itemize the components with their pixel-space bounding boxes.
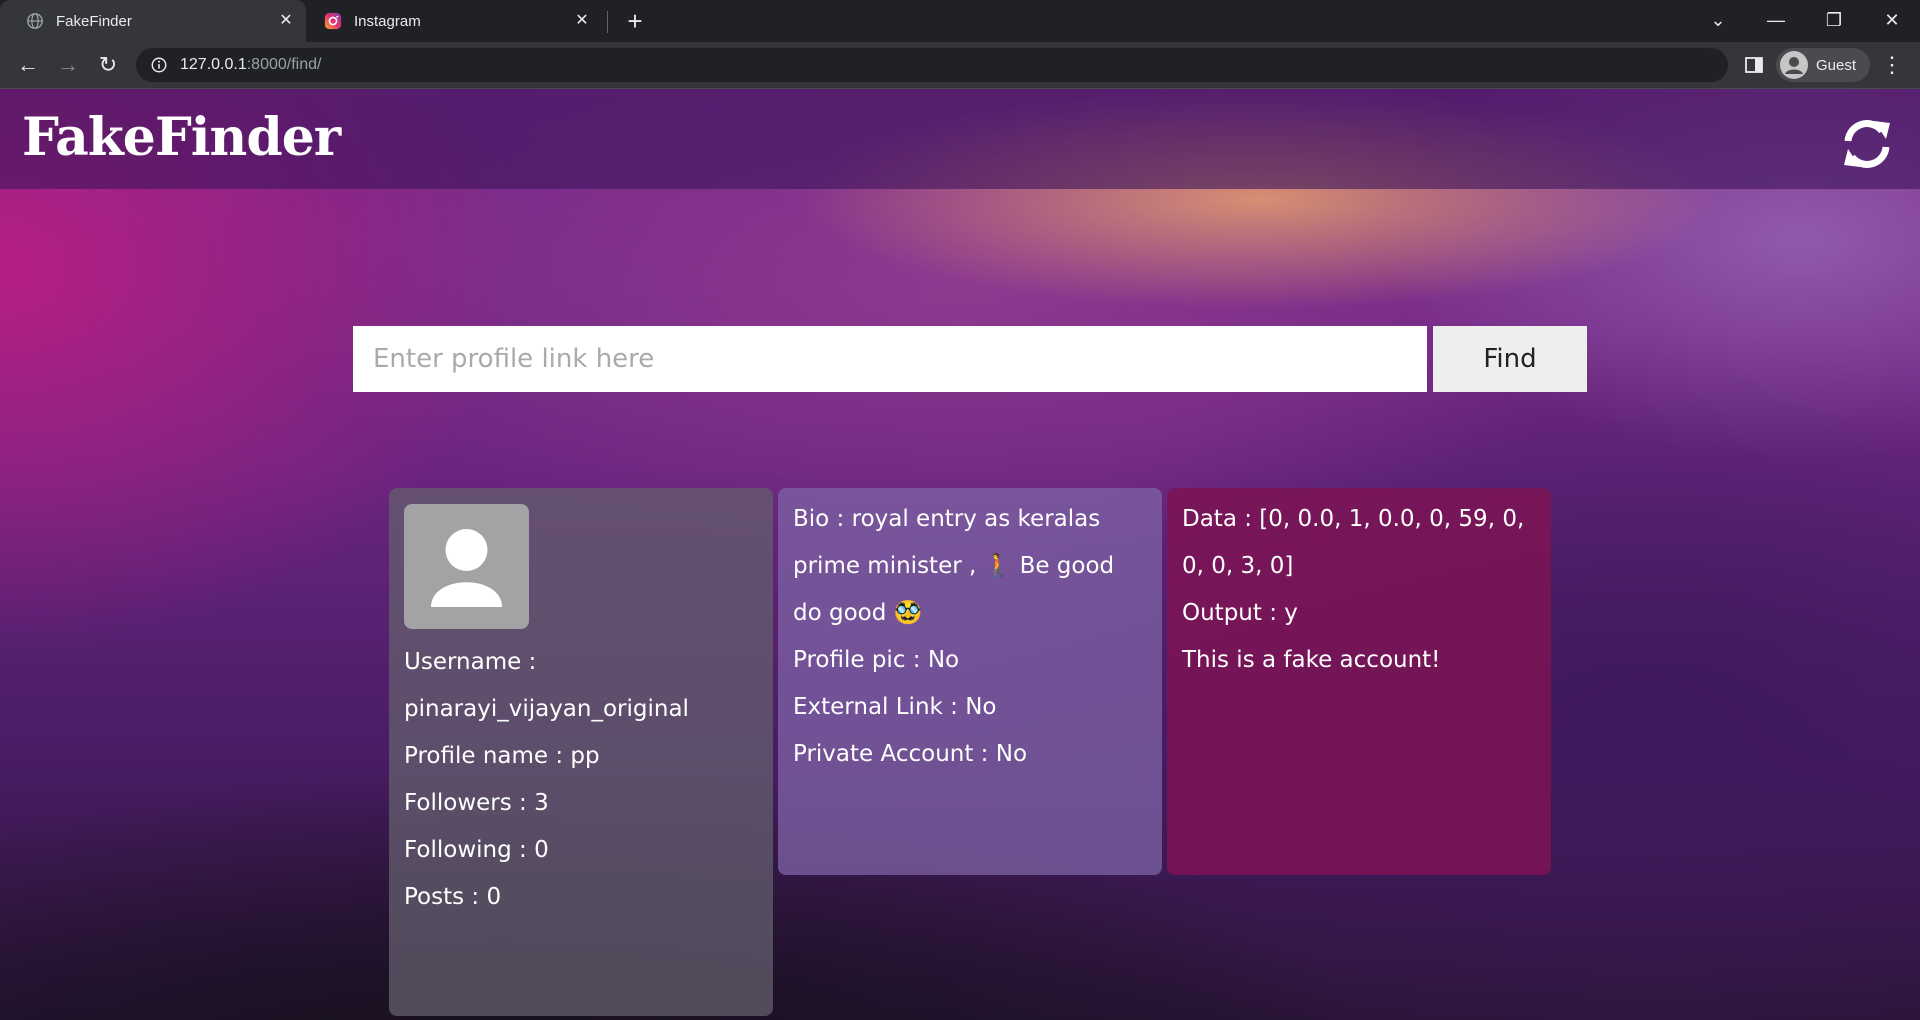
following-count: Following : 0 (404, 837, 549, 863)
user-avatar-icon (404, 504, 529, 629)
tab-search-icon[interactable]: ⌄ (1698, 6, 1738, 34)
bio-text: Bio : royal entry as keralas prime minis… (793, 506, 1115, 626)
reload-button[interactable]: ↻ (92, 50, 124, 80)
url-host: 127.0.0.1 (180, 56, 247, 73)
browser-tabstrip: FakeFinder ✕ Instagram ✕ + ⌄ — ❐ ✕ (0, 0, 1920, 42)
profile-link-input[interactable] (353, 326, 1427, 392)
page-content: FakeFinder Find Username : pinarayi_vija… (0, 89, 1920, 1020)
browser-menu-icon[interactable]: ⋮ (1876, 50, 1908, 80)
tab-fakefinder[interactable]: FakeFinder ✕ (0, 0, 306, 42)
verdict-text: This is a fake account! (1182, 647, 1441, 673)
profile-pic-status: Profile pic : No (793, 647, 960, 673)
profile-name: Profile name : pp (404, 743, 600, 769)
side-panel-icon[interactable] (1744, 55, 1764, 75)
close-tab-icon[interactable]: ✕ (276, 11, 296, 31)
back-button[interactable]: ← (12, 50, 44, 80)
tab-divider (607, 11, 608, 33)
instagram-icon (324, 12, 342, 30)
private-account-status: Private Account : No (793, 741, 1028, 767)
feature-data: Data : [0, 0.0, 1, 0.0, 0, 59, 0, 0, 0, … (1182, 506, 1525, 579)
tab-title: FakeFinder (56, 12, 132, 30)
address-bar[interactable]: 127.0.0.1:8000/find/ (136, 48, 1728, 82)
tab-instagram[interactable]: Instagram ✕ (312, 0, 602, 42)
details-card: Bio : royal entry as keralas prime minis… (778, 488, 1162, 875)
result-card: Data : [0, 0.0, 1, 0.0, 0, 59, 0, 0, 0, … (1167, 488, 1551, 875)
find-button[interactable]: Find (1433, 326, 1587, 392)
minimize-button[interactable]: — (1756, 6, 1796, 34)
username-value: pinarayi_vijayan_original (404, 696, 689, 722)
profile-card: Username : pinarayi_vijayan_original Pro… (389, 488, 773, 1016)
new-tab-button[interactable]: + (620, 8, 650, 34)
app-header: FakeFinder (0, 89, 1920, 189)
tab-title: Instagram (354, 12, 421, 30)
posts-count: Posts : 0 (404, 884, 502, 910)
external-link-status: External Link : No (793, 694, 997, 720)
close-window-button[interactable]: ✕ (1872, 6, 1912, 34)
restore-button[interactable]: ❐ (1814, 6, 1854, 34)
brand-logo[interactable]: FakeFinder (22, 107, 341, 168)
browser-toolbar: ← → ↻ 127.0.0.1:8000/find/ Guest ⋮ (0, 42, 1920, 89)
forward-button[interactable]: → (52, 50, 84, 80)
guest-avatar-icon (1780, 51, 1808, 79)
url-path: :8000/find/ (246, 56, 322, 73)
model-output: Output : y (1182, 600, 1298, 626)
site-info-icon[interactable] (150, 56, 168, 74)
close-tab-icon[interactable]: ✕ (572, 11, 592, 31)
refresh-icon[interactable] (1840, 117, 1894, 171)
profile-button[interactable]: Guest (1776, 48, 1870, 82)
username-label: Username : (404, 649, 537, 675)
globe-icon (27, 13, 43, 29)
followers-count: Followers : 3 (404, 790, 549, 816)
profile-label: Guest (1816, 56, 1857, 74)
